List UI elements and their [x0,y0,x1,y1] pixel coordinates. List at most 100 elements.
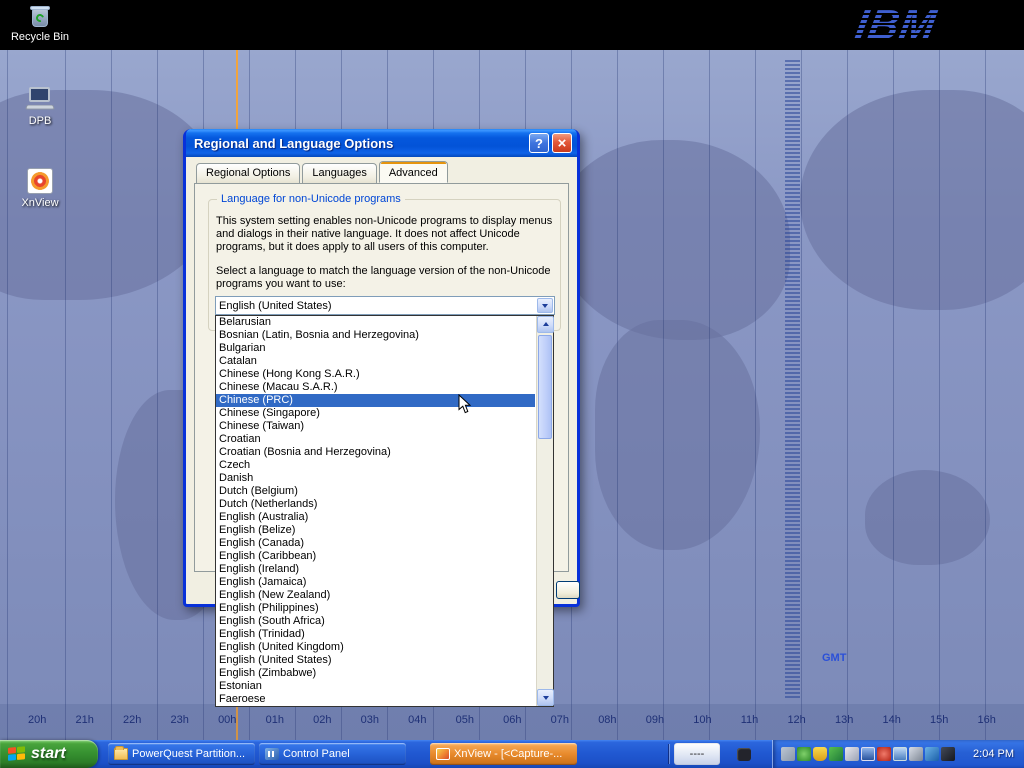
dropdown-item[interactable]: English (New Zealand) [216,589,535,602]
update-icon[interactable] [797,747,811,761]
language-combobox[interactable]: English (United States) [215,296,555,315]
gmt-label: GMT [822,652,846,664]
dropdown-items: Belarusian Bosnian (Latin, Bosnia and He… [216,316,535,706]
scroll-down-button[interactable] [537,689,554,706]
xnview-app-icon [27,168,53,194]
desktop-icon-xnview[interactable]: XnView [8,168,72,209]
power-meter-icon[interactable] [941,747,955,761]
recycle-bin-icon [29,3,51,29]
display-settings-icon[interactable] [861,747,875,761]
dropdown-item[interactable]: English (Ireland) [216,563,535,576]
combobox-value: English (United States) [219,300,332,312]
hour-label: 14h [882,714,900,726]
dropdown-item[interactable]: Faeroese [216,693,535,706]
xnview-app-icon [436,748,450,760]
non-unicode-description: This system setting enables non-Unicode … [216,215,566,254]
laptop-icon [25,86,55,112]
security-shield-icon[interactable] [813,747,827,761]
desktop-icon-dpb[interactable]: DPB [8,86,72,127]
hour-label: 03h [361,714,379,726]
task-scheduler-icon[interactable] [845,747,859,761]
hour-label: 11h [741,714,759,726]
dropdown-item[interactable]: Bulgarian [216,342,535,355]
taskbar: start PowerQuest Partition... Control Pa… [0,740,1024,768]
taskbar-button-powerquest[interactable]: PowerQuest Partition... [108,743,255,765]
messenger-icon[interactable] [925,747,939,761]
dropdown-item[interactable]: Catalan [216,355,535,368]
taskbar-button-control-panel[interactable]: Control Panel [259,743,406,765]
chevron-down-icon [542,304,548,311]
dropdown-item[interactable]: Dutch (Belgium) [216,485,535,498]
language-dropdown-list: Belarusian Bosnian (Latin, Bosnia and He… [215,315,554,707]
taskbar-button-dashes[interactable]: ---- [674,743,720,765]
help-button[interactable]: ? [529,133,549,153]
hour-label: 22h [123,714,141,726]
taskbar-button-xnview[interactable]: XnView - [<Capture-... [430,743,577,765]
dropdown-scrollbar[interactable] [536,316,553,706]
taskbar-button-label: PowerQuest Partition... [132,748,245,760]
chevron-up-icon [543,319,549,326]
scroll-up-button[interactable] [537,316,554,333]
dialog-title: Regional and Language Options [186,136,393,151]
desktop-icon-label: DPB [29,115,52,127]
taskbar-button-label: XnView - [<Capture-... [454,748,562,760]
ibm-logo: IBM [856,0,936,50]
safely-remove-icon[interactable] [781,747,795,761]
dropdown-item[interactable]: English (United Kingdom) [216,641,535,654]
dialog-tabs: Regional Options Languages Advanced [196,163,448,183]
dropdown-item[interactable]: English (Jamaica) [216,576,535,589]
dropdown-item-selected[interactable]: Chinese (PRC) [216,394,535,407]
dialog-titlebar[interactable]: Regional and Language Options ? × [186,129,577,157]
desktop-icon-recycle-bin[interactable]: Recycle Bin [10,3,70,43]
dropdown-item[interactable]: English (Australia) [216,511,535,524]
hour-label: 15h [930,714,948,726]
ibm-logo-stripes [850,0,946,50]
antivirus-icon[interactable] [877,747,891,761]
dropdown-item[interactable]: Danish [216,472,535,485]
screen: GMT 20h 21h 22h 23h 00h 01h 02h 03h 04h … [0,0,1024,768]
hour-label: 02h [313,714,331,726]
dropdown-item[interactable]: Dutch (Netherlands) [216,498,535,511]
dropdown-item[interactable]: Croatian [216,433,535,446]
network-icon[interactable] [893,747,907,761]
scrollbar-thumb[interactable] [538,335,552,439]
dropdown-item[interactable]: Estonian [216,680,535,693]
dropdown-item[interactable]: English (Zimbabwe) [216,667,535,680]
dropdown-item[interactable]: Belarusian [216,316,535,329]
gmt-hatched-band [785,60,800,698]
taskbar-toolbar-segment[interactable] [724,743,764,765]
dropdown-item[interactable]: English (Philippines) [216,602,535,615]
sync-arrows-icon[interactable] [829,747,843,761]
dropdown-item[interactable]: Croatian (Bosnia and Herzegovina) [216,446,535,459]
dropdown-item[interactable]: English (Canada) [216,537,535,550]
dropdown-item[interactable]: Czech [216,459,535,472]
windows-logo-icon [8,746,26,763]
combobox-dropdown-button[interactable] [537,298,553,313]
taskbar-button-label: ---- [690,748,705,760]
partially-hidden-button[interactable] [556,581,580,599]
dropdown-item[interactable]: English (South Africa) [216,615,535,628]
dropdown-item[interactable]: Bosnian (Latin, Bosnia and Herzegovina) [216,329,535,342]
dropdown-item[interactable]: English (United States) [216,654,535,667]
hour-label: 20h [28,714,46,726]
hour-label: 06h [503,714,521,726]
dropdown-item[interactable]: Chinese (Macau S.A.R.) [216,381,535,394]
start-button[interactable]: start [0,740,98,768]
hour-label: 01h [266,714,284,726]
hour-label: 07h [551,714,569,726]
dropdown-item[interactable]: Chinese (Taiwan) [216,420,535,433]
tab-languages[interactable]: Languages [302,163,376,183]
volume-icon[interactable] [909,747,923,761]
dropdown-item[interactable]: Chinese (Singapore) [216,407,535,420]
desktop-icon-label: Recycle Bin [10,31,70,43]
tab-advanced[interactable]: Advanced [379,161,448,183]
close-button[interactable]: × [552,133,572,153]
tab-regional-options[interactable]: Regional Options [196,163,300,183]
dropdown-item[interactable]: Chinese (Hong Kong S.A.R.) [216,368,535,381]
dropdown-item[interactable]: English (Caribbean) [216,550,535,563]
hour-label: 16h [978,714,996,726]
dropdown-item[interactable]: English (Trinidad) [216,628,535,641]
non-unicode-instruction: Select a language to match the language … [216,265,566,291]
dropdown-item[interactable]: English (Belize) [216,524,535,537]
taskbar-button-label: Control Panel [283,748,350,760]
